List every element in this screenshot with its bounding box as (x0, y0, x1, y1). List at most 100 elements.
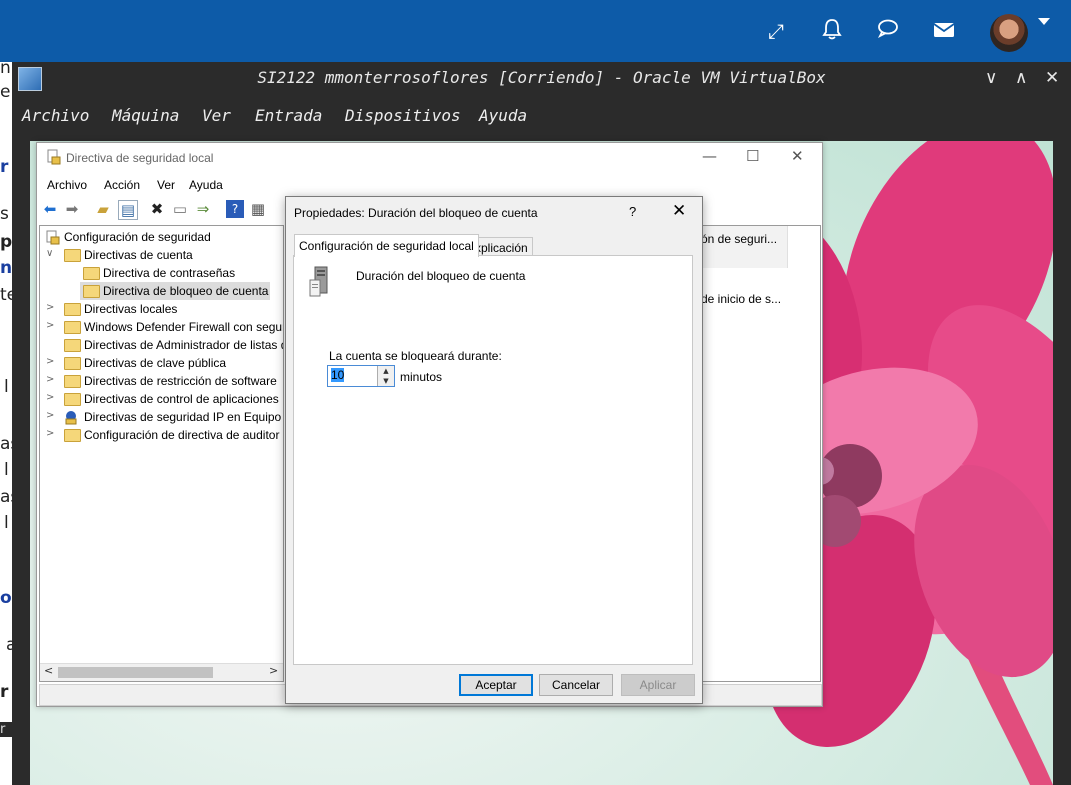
up-folder-icon[interactable]: ▰ (94, 200, 112, 218)
virtualbox-title: SI2122 mmonterrosoflores [Corriendo] - O… (257, 68, 826, 87)
secpol-minimize-button[interactable]: — (702, 147, 717, 165)
lock-folder-icon (64, 249, 81, 262)
expand-chevron-icon[interactable]: > (46, 374, 56, 385)
tree-item-label: Configuración de directiva de auditor (84, 428, 280, 442)
tree-item-directiva-contrasenas[interactable]: Directiva de contraseñas (46, 266, 276, 282)
ip-security-icon (65, 411, 77, 425)
scroll-left-arrow-icon[interactable]: < (44, 664, 53, 677)
dialog-help-button[interactable]: ? (629, 204, 636, 219)
show-action-pane-icon[interactable]: ▦ (249, 200, 267, 218)
secpol-menu-ayuda[interactable]: Ayuda (189, 178, 223, 192)
virtualbox-titlebar: SI2122 mmonterrosoflores [Corriendo] - O… (12, 62, 1071, 94)
page-fragment: o (0, 588, 12, 608)
page-fragment: r (0, 722, 12, 737)
security-config-icon (46, 230, 60, 245)
export-list-icon[interactable]: ⇒ (194, 200, 212, 218)
cancel-button[interactable]: Cancelar (539, 674, 613, 696)
mail-icon[interactable] (931, 18, 957, 44)
tree-item-directivas-cuenta[interactable]: ∨ Directivas de cuenta (46, 248, 276, 264)
scroll-right-arrow-icon[interactable]: > (269, 664, 278, 677)
vbox-close-button[interactable]: ✕ (1045, 68, 1059, 88)
tree-item-directivas-locales[interactable]: > Directivas locales (46, 302, 276, 318)
help-icon[interactable]: ? (226, 200, 244, 218)
lockout-duration-spinner[interactable]: ▲ ▼ (327, 365, 395, 387)
vbox-menu-ver[interactable]: Ver (202, 106, 231, 125)
server-policy-icon (309, 266, 328, 297)
properties-icon[interactable]: ▭ (171, 200, 189, 218)
scroll-thumb[interactable] (58, 667, 213, 678)
spinner-buttons: ▲ ▼ (377, 366, 394, 386)
tree-item-restriccion-software[interactable]: > Directivas de restricción de software (46, 374, 283, 390)
vbox-maximize-button[interactable]: ∧ (1015, 68, 1027, 88)
properties-dialog: Propiedades: Duración del bloqueo de cue… (285, 196, 703, 704)
vbox-minimize-button[interactable]: ∨ (985, 68, 997, 88)
secpol-menu-accion[interactable]: Acción (104, 178, 140, 192)
dialog-title: Propiedades: Duración del bloqueo de cue… (294, 206, 538, 220)
apply-button[interactable]: Aplicar (621, 674, 695, 696)
tree-item-control-aplicaciones[interactable]: > Directivas de control de aplicaciones (46, 392, 283, 408)
page-fragment: l (4, 460, 9, 480)
page-fragment: r (0, 682, 9, 702)
tab-configuracion-seguridad-local[interactable]: Configuración de seguridad local (294, 234, 479, 257)
tree-item-label: Directivas de seguridad IP en Equipo l (84, 410, 284, 424)
secpol-close-button[interactable]: ✕ (791, 147, 804, 165)
secpol-menu-ver[interactable]: Ver (157, 178, 175, 192)
column-header[interactable]: ón de seguri... (697, 226, 788, 268)
expand-chevron-icon[interactable]: > (46, 428, 56, 439)
tree-item-label: Directivas de Administrador de listas d (84, 338, 284, 352)
user-avatar[interactable] (990, 14, 1028, 52)
policy-row-label[interactable]: de inicio de s... (701, 292, 781, 306)
tree-item-administrador-listas[interactable]: Directivas de Administrador de listas d (46, 338, 284, 354)
expand-chevron-icon[interactable]: > (46, 302, 56, 313)
expand-chevron-icon[interactable]: > (46, 356, 56, 367)
expand-chevron-icon[interactable]: > (46, 410, 56, 421)
vbox-menu-archivo[interactable]: Archivo (22, 106, 89, 125)
tree-item-seguridad-ip[interactable]: > Directivas de seguridad IP en Equipo l (46, 410, 284, 426)
tree-item-directiva-auditoria[interactable]: > Configuración de directiva de auditor (46, 428, 283, 444)
delete-icon[interactable]: ✖ (148, 200, 166, 218)
tree-item-label: Directivas de control de aplicaciones (84, 392, 279, 406)
lockout-duration-label: La cuenta se bloqueará durante: (329, 349, 502, 363)
vbox-menu-ayuda[interactable]: Ayuda (479, 106, 527, 125)
dialog-close-button[interactable]: ✕ (672, 201, 686, 221)
tree-item-directiva-bloqueo-cuenta[interactable]: Directiva de bloqueo de cuenta (80, 282, 270, 300)
lock-folder-icon (64, 303, 81, 316)
vbox-menu-dispositivos[interactable]: Dispositivos (345, 106, 461, 125)
forward-arrow-icon[interactable]: ➡ (63, 200, 81, 218)
spin-down-icon[interactable]: ▼ (378, 376, 394, 386)
chat-icon[interactable] (875, 18, 901, 44)
expand-chevron-icon[interactable]: > (46, 392, 56, 403)
background-page-strip: n e r s p n te l as l as l o a r r (0, 58, 19, 785)
vbox-menu-entrada[interactable]: Entrada (255, 106, 322, 125)
ok-button[interactable]: Aceptar (459, 674, 533, 696)
secpol-maximize-button[interactable]: ☐ (746, 147, 759, 165)
minutes-unit-label: minutos (400, 370, 443, 384)
bell-icon[interactable] (819, 18, 845, 44)
user-menu-caret-icon[interactable] (1038, 18, 1050, 25)
security-policy-app-icon (47, 149, 61, 165)
folder-icon (64, 357, 81, 370)
lockout-duration-input[interactable] (329, 367, 379, 383)
page-fragment: r (0, 157, 9, 177)
host-top-bar: ⤢ (0, 0, 1071, 62)
lock-folder-icon (83, 267, 100, 280)
show-hide-tree-icon[interactable]: ▤ (118, 200, 138, 220)
vbox-menu-maquina[interactable]: Máquina (112, 106, 179, 125)
policy-name: Duración del bloqueo de cuenta (356, 269, 526, 283)
expand-chevron-icon[interactable]: > (46, 320, 56, 331)
collapse-chevron-icon[interactable]: ∨ (46, 248, 56, 259)
tree-item-clave-publica[interactable]: > Directivas de clave pública (46, 356, 276, 372)
secpol-menu-archivo[interactable]: Archivo (47, 178, 87, 192)
column-header-label: ón de seguri... (701, 232, 778, 246)
tree-item-configuracion-seguridad[interactable]: Configuración de seguridad (46, 230, 276, 246)
lock-folder-icon (83, 285, 100, 298)
tree-horizontal-scrollbar[interactable]: < > (40, 663, 283, 681)
tree-item-windows-defender-firewall[interactable]: > Windows Defender Firewall con seguri (46, 320, 283, 336)
expand-icon[interactable]: ⤢ (763, 18, 789, 44)
tree-item-label: Directivas de clave pública (84, 356, 227, 370)
tree-item-label: Directivas de cuenta (84, 248, 193, 262)
back-arrow-icon[interactable]: ⬅ (41, 200, 59, 218)
policy-list-pane: ón de seguri... de inicio de s... (697, 225, 821, 682)
tree-item-label: Directiva de bloqueo de cuenta (103, 284, 269, 298)
folder-icon (64, 321, 81, 334)
